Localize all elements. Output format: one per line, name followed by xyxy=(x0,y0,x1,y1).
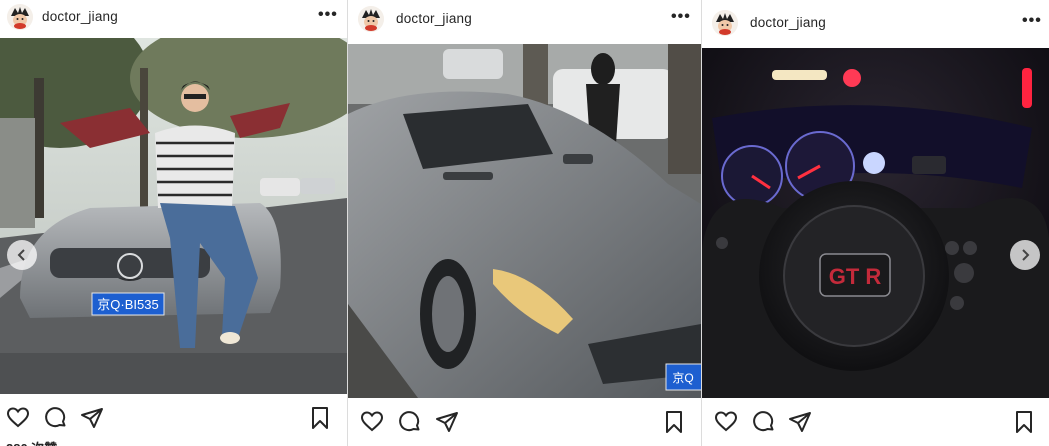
bookmark-icon[interactable] xyxy=(308,406,332,430)
post-photo[interactable]: 京Q xyxy=(348,44,701,398)
post-photo[interactable]: GT R xyxy=(702,48,1049,398)
likes-count[interactable]: 280 次赞 xyxy=(6,438,57,446)
more-options-icon[interactable]: ••• xyxy=(318,6,338,24)
carousel-prev-button[interactable] xyxy=(7,240,37,270)
gtr-badge-text: GT R xyxy=(829,264,882,289)
action-bar xyxy=(348,404,701,444)
more-options-icon[interactable]: ••• xyxy=(671,8,691,26)
action-bar: 280 次赞 xyxy=(0,400,347,446)
chevron-right-icon xyxy=(1022,249,1030,261)
action-bar xyxy=(702,404,1049,444)
avatar[interactable] xyxy=(358,6,384,32)
heart-icon[interactable] xyxy=(714,410,738,434)
paper-plane-icon[interactable] xyxy=(435,410,459,434)
post-header: doctor_jiang ••• xyxy=(702,0,1049,44)
post-header: doctor_jiang ••• xyxy=(0,0,347,36)
paper-plane-icon[interactable] xyxy=(788,410,812,434)
post-card-3: doctor_jiang ••• GT R xyxy=(702,0,1049,446)
carousel-next-button[interactable] xyxy=(1010,240,1040,270)
license-plate-text: 京Q·BI535 xyxy=(97,297,158,312)
comment-icon[interactable] xyxy=(398,410,422,434)
more-options-icon[interactable]: ••• xyxy=(1022,12,1042,30)
comment-icon[interactable] xyxy=(44,406,68,430)
post-username[interactable]: doctor_jiang xyxy=(750,15,826,30)
paper-plane-icon[interactable] xyxy=(80,406,104,430)
post-photo[interactable]: 京Q·BI535 xyxy=(0,38,347,394)
post-card-2: doctor_jiang ••• 京Q xyxy=(348,0,701,446)
bookmark-icon[interactable] xyxy=(662,410,686,434)
chevron-left-icon xyxy=(17,249,25,261)
post-card-1: doctor_jiang ••• 京Q·BI535 xyxy=(0,0,347,446)
post-header: doctor_jiang ••• xyxy=(348,0,701,38)
post-username[interactable]: doctor_jiang xyxy=(396,11,472,26)
license-plate-text: 京Q xyxy=(672,371,693,385)
bookmark-icon[interactable] xyxy=(1012,410,1036,434)
heart-icon[interactable] xyxy=(360,410,384,434)
heart-icon[interactable] xyxy=(6,406,30,430)
avatar[interactable] xyxy=(712,10,738,36)
post-username[interactable]: doctor_jiang xyxy=(42,9,118,24)
avatar[interactable] xyxy=(7,4,33,30)
comment-icon[interactable] xyxy=(752,410,776,434)
